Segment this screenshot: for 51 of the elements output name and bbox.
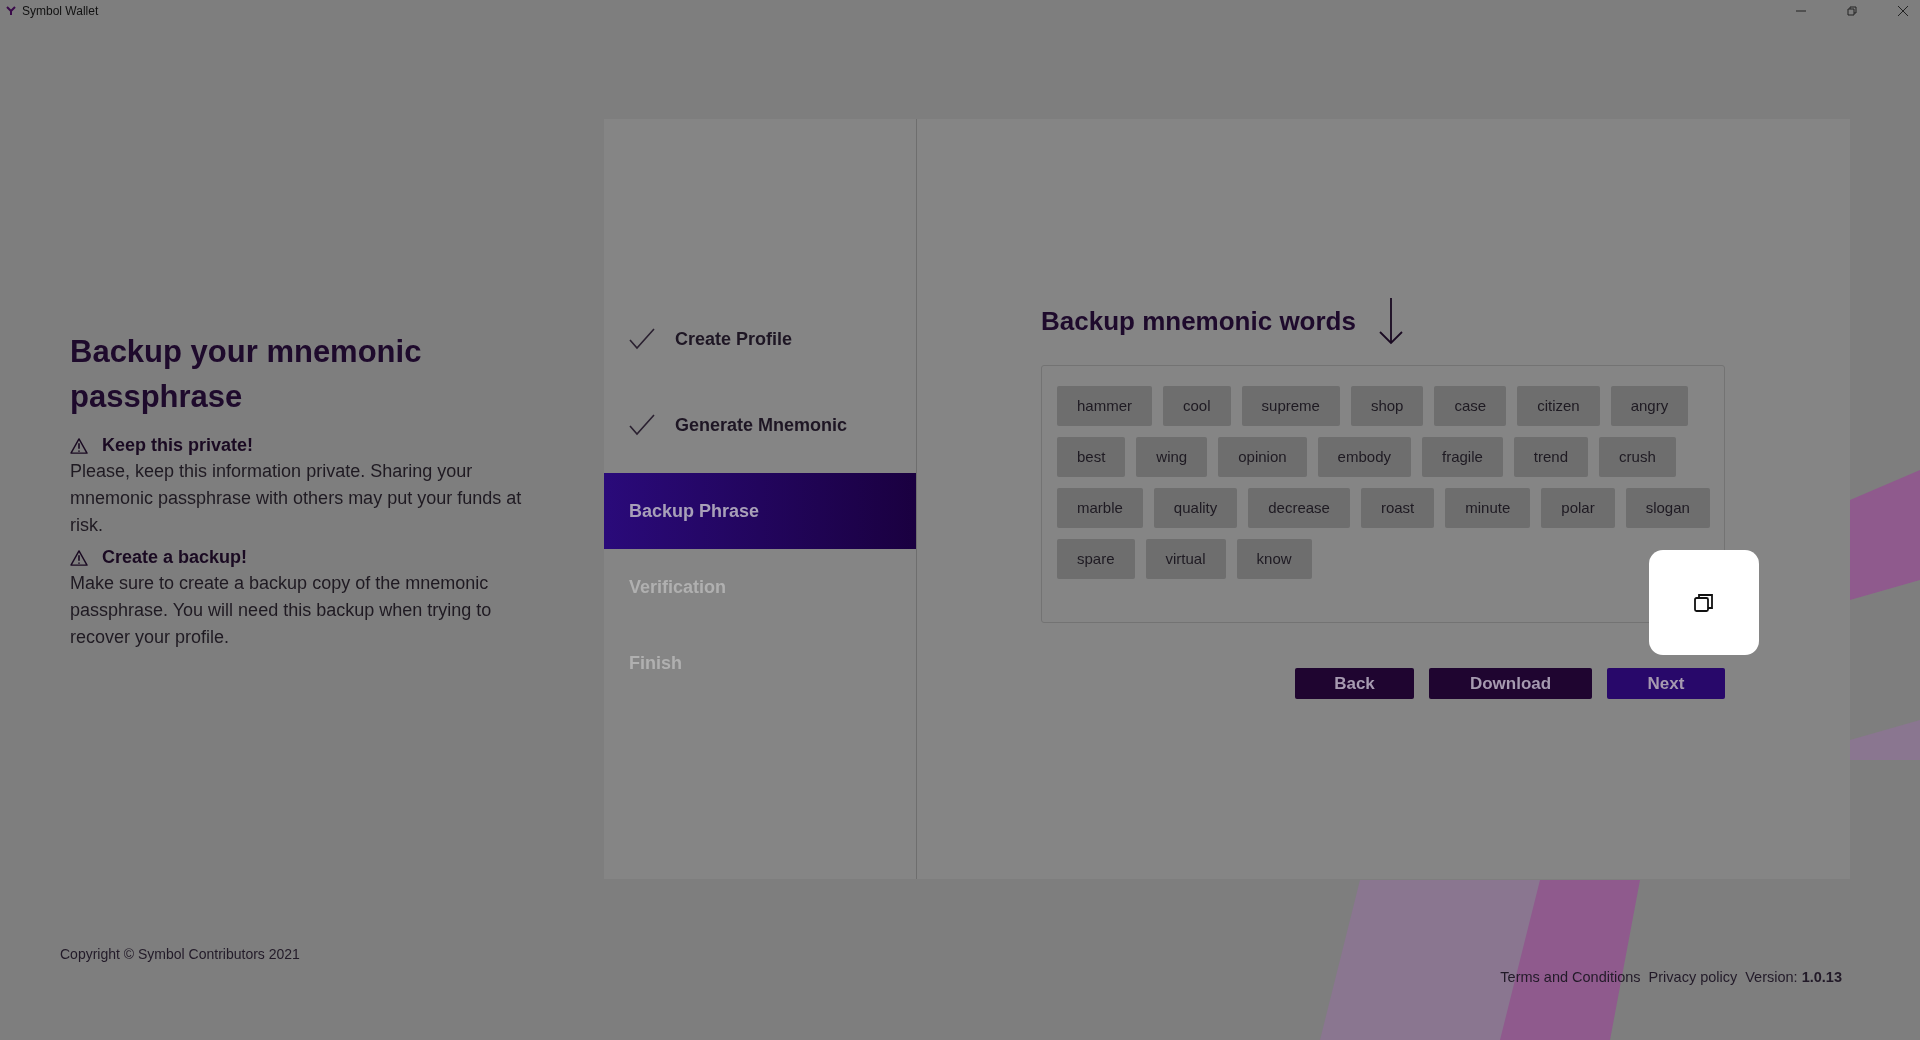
check-icon <box>629 414 655 436</box>
footer-link[interactable]: Privacy policy <box>1648 969 1738 985</box>
word-chip: quality <box>1153 488 1238 528</box>
warning-icon <box>70 549 88 566</box>
action-button[interactable]: Download <box>1429 668 1592 699</box>
word-chip: hammer <box>1057 386 1152 426</box>
logo-icon <box>6 6 16 16</box>
word-chip: best <box>1057 437 1126 477</box>
word-chip: know <box>1236 539 1312 579</box>
step-item[interactable]: Generate Mnemonic <box>604 387 916 463</box>
close-icon[interactable] <box>1898 6 1908 16</box>
word-chip: roast <box>1360 488 1435 528</box>
word-chip: polar <box>1541 488 1615 528</box>
notice-text: Please, keep this information private. Sharing your mnemonic passphrase with others may put your funds at risk. <box>70 460 523 537</box>
copyright-text: Copyright © Symbol Contributors 2021 <box>60 946 300 962</box>
word-chip: decrease <box>1248 488 1350 528</box>
section-heading: Backup mnemonic words <box>1041 305 1356 337</box>
word-chip: shop <box>1350 386 1424 426</box>
word-chip: angry <box>1610 386 1689 426</box>
footer-link[interactable]: Terms and Conditions <box>1500 969 1641 985</box>
down-arrow-icon <box>1377 297 1404 345</box>
copy-button[interactable] <box>1649 550 1759 655</box>
notice-heading: Keep this private! <box>102 435 254 456</box>
word-chip: slogan <box>1625 488 1710 528</box>
check-icon <box>629 328 655 350</box>
step-item[interactable]: Backup Phrase <box>604 473 916 549</box>
word-chip: spare <box>1057 539 1135 579</box>
notice-heading: Create a backup! <box>102 547 248 568</box>
action-button[interactable]: Back <box>1295 668 1414 699</box>
copy-icon <box>1693 591 1715 614</box>
word-chip: virtual <box>1145 539 1226 579</box>
page-heading: Backup your mnemonic passphrase <box>70 333 423 416</box>
word-chip: crush <box>1599 437 1676 477</box>
word-chip: wing <box>1136 437 1208 477</box>
action-button[interactable]: Next <box>1607 668 1725 699</box>
word-chip: case <box>1434 386 1507 426</box>
version-text: Version: 1.0.13 <box>1745 969 1842 985</box>
word-chip: cool <box>1163 386 1231 426</box>
word-chip: fragile <box>1422 437 1503 477</box>
step-item[interactable]: Create Profile <box>604 301 916 377</box>
word-chip: marble <box>1057 488 1143 528</box>
word-chip: opinion <box>1218 437 1307 477</box>
notice-text: Make sure to create a backup copy of the mnemonic passphrase. You will need this backup when trying to recover your profile. <box>70 572 493 649</box>
warning-icon <box>70 437 88 454</box>
word-chip: embody <box>1317 437 1411 477</box>
word-chip: supreme <box>1241 386 1340 426</box>
word-chip: citizen <box>1517 386 1600 426</box>
word-chip: minute <box>1445 488 1531 528</box>
word-chip: trend <box>1513 437 1589 477</box>
restore-icon[interactable] <box>1847 6 1857 16</box>
window-title: Symbol Wallet <box>22 4 99 18</box>
